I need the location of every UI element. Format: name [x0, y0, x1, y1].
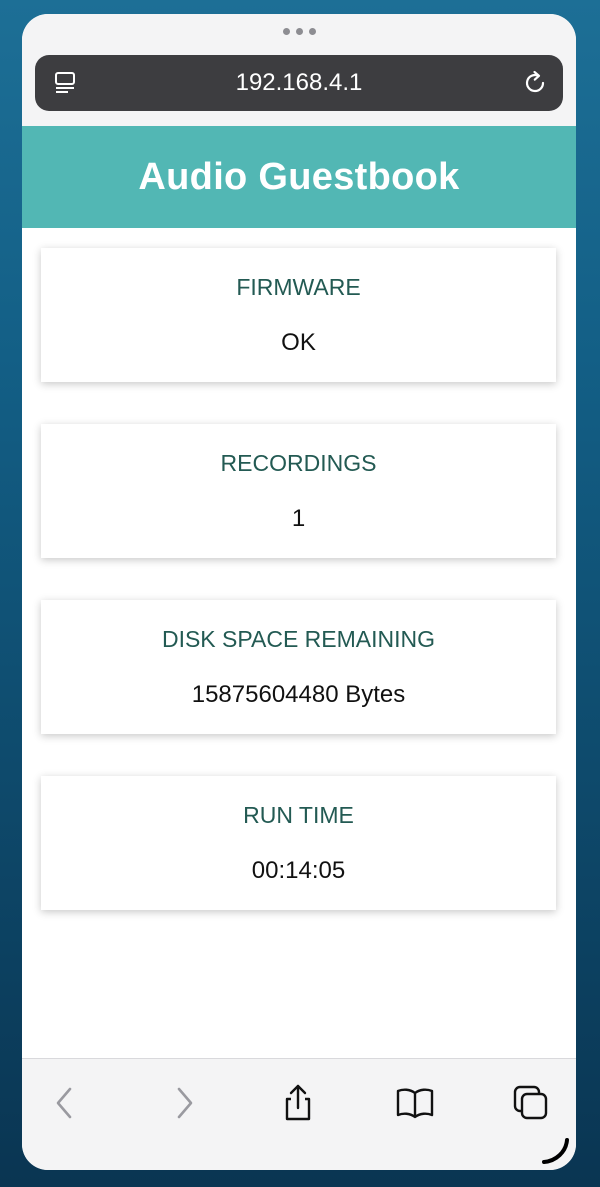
forward-icon[interactable] [162, 1081, 206, 1125]
browser-window: 192.168.4.1 Audio Guestbook FIRMWARE OK … [22, 14, 576, 1170]
bookmarks-icon[interactable] [393, 1081, 437, 1125]
more-dots-icon[interactable] [281, 26, 317, 36]
tabs-icon[interactable] [509, 1081, 553, 1125]
firmware-card: FIRMWARE OK [41, 248, 556, 382]
card-value: 1 [291, 505, 306, 532]
run-time-card: RUN TIME 00:14:05 [41, 776, 556, 910]
disk-space-card: DISK SPACE REMAINING 15875604480 Bytes [41, 600, 556, 734]
card-label: FIRMWARE [236, 274, 361, 300]
share-icon[interactable] [276, 1081, 320, 1125]
reload-icon[interactable] [521, 69, 549, 97]
card-label: RECORDINGS [220, 450, 377, 476]
card-value: 15875604480 Bytes [191, 681, 406, 708]
web-page: Audio Guestbook FIRMWARE OK RECORDINGS 1… [22, 126, 576, 1060]
browser-top-bar: 192.168.4.1 [22, 14, 576, 126]
card-value: 00:14:05 [251, 857, 346, 884]
card-value: OK [281, 329, 316, 356]
page-title: Audio Guestbook [138, 155, 460, 198]
address-bar[interactable]: 192.168.4.1 [35, 55, 563, 111]
back-icon[interactable] [43, 1081, 87, 1125]
card-label: DISK SPACE REMAINING [161, 626, 436, 652]
url-text[interactable]: 192.168.4.1 [35, 55, 563, 111]
card-label: RUN TIME [243, 802, 354, 828]
page-header: Audio Guestbook [22, 126, 576, 228]
browser-toolbar [22, 1058, 576, 1170]
recordings-card: RECORDINGS 1 [41, 424, 556, 558]
resize-handle-icon[interactable] [540, 1136, 570, 1166]
